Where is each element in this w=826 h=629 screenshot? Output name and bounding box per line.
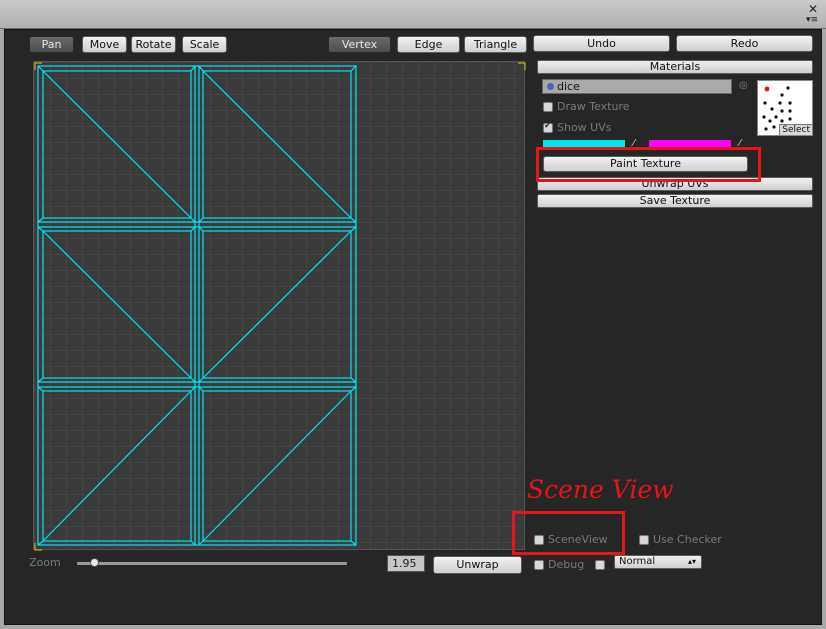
show-uvs-label: Show UVs <box>557 121 612 134</box>
debug-label: Debug <box>548 558 585 571</box>
zoom-value-field[interactable]: 1.95 <box>387 555 425 572</box>
draw-texture-checkbox[interactable] <box>543 101 553 112</box>
undo-button[interactable]: Undo <box>533 35 670 52</box>
move-button[interactable]: Move <box>82 36 127 53</box>
use-checker-toggle[interactable]: Use Checker <box>639 533 722 546</box>
object-picker-icon[interactable]: ◎ <box>739 80 748 91</box>
render-mode-dropdown[interactable]: Normal ▴▾ <box>614 555 702 569</box>
uv-wireframe <box>34 62 526 551</box>
save-texture-button[interactable]: Save Texture <box>537 194 813 208</box>
use-checker-checkbox[interactable] <box>639 534 649 545</box>
debug-checkbox[interactable] <box>534 559 544 570</box>
show-uvs-toggle[interactable]: Show UVs <box>543 121 611 134</box>
draw-texture-toggle[interactable]: Draw Texture <box>543 100 630 113</box>
texture-thumbnail[interactable]: Select <box>757 80 813 136</box>
materials-header[interactable]: Materials <box>537 60 813 74</box>
pan-button[interactable]: Pan <box>29 36 74 53</box>
thumbnail-select-button[interactable]: Select <box>779 124 812 135</box>
show-uvs-checkbox[interactable] <box>543 121 553 133</box>
extra-option-checkbox[interactable] <box>595 560 605 570</box>
unwrap-button[interactable]: Unwrap <box>433 556 522 574</box>
material-field[interactable]: dice <box>542 79 732 94</box>
scene-view-annotation: Scene View <box>527 475 674 504</box>
redo-button[interactable]: Redo <box>676 35 813 52</box>
zoom-label: Zoom <box>29 556 61 569</box>
scale-button[interactable]: Scale <box>182 36 227 53</box>
render-mode-value: Normal <box>619 556 656 567</box>
close-icon[interactable]: ✕ <box>808 3 818 15</box>
vertex-button[interactable]: Vertex <box>328 36 391 53</box>
rotate-button[interactable]: Rotate <box>131 36 176 53</box>
zoom-slider-handle[interactable] <box>90 558 99 567</box>
dropdown-arrow-icon: ▴▾ <box>687 557 696 566</box>
use-checker-label: Use Checker <box>653 533 722 546</box>
triangle-button[interactable]: Triangle <box>464 36 527 53</box>
scene-view-highlight <box>512 511 625 555</box>
material-icon <box>547 83 554 90</box>
draw-texture-label: Draw Texture <box>557 100 630 113</box>
window-titlebar: ✕ ▾≡ <box>0 0 826 29</box>
paint-texture-highlight <box>536 147 761 182</box>
menu-icon[interactable]: ▾≡ <box>806 16 818 25</box>
uv-canvas[interactable] <box>33 61 526 551</box>
material-name: dice <box>557 80 580 93</box>
edge-button[interactable]: Edge <box>397 36 460 53</box>
uv-editor-panel: Pan Move Rotate Scale Vertex Edge Triang… <box>4 29 822 625</box>
debug-toggle[interactable]: Debug <box>534 558 584 571</box>
zoom-slider-track[interactable] <box>77 562 347 565</box>
